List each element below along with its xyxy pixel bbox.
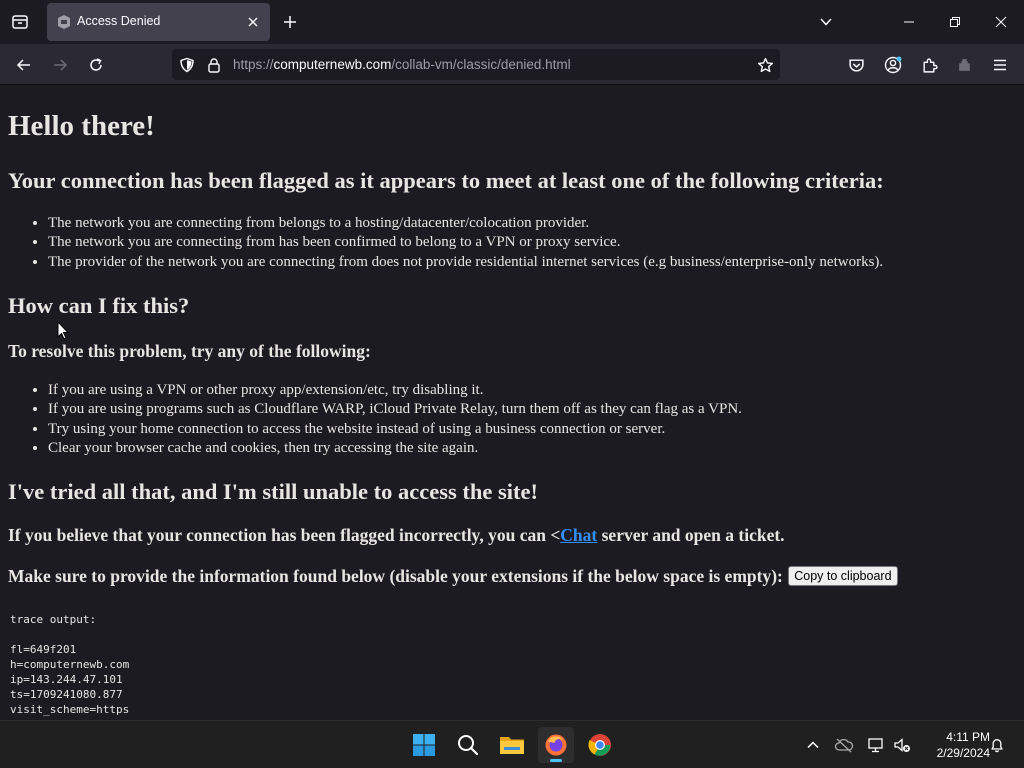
arrow-left-icon [16, 59, 30, 71]
resolve-heading: To resolve this problem, try any of the … [8, 341, 371, 361]
firefox-view-icon [12, 15, 28, 29]
star-icon [757, 57, 773, 72]
extensions-button[interactable] [917, 53, 941, 77]
tab-close-button[interactable] [245, 14, 261, 30]
system-clock[interactable]: 4:11 PM 2/29/2024 [916, 729, 990, 761]
speaker-muted-icon [894, 738, 910, 752]
firefox-taskbar-button[interactable] [538, 727, 574, 763]
extension-toolbar-button[interactable] [952, 53, 976, 77]
taskbar: 4:11 PM 2/29/2024 [0, 720, 1024, 768]
incorrect-suffix: server and open a ticket. [597, 525, 785, 545]
clock-time: 4:11 PM [946, 730, 990, 744]
clock-date: 2/29/2024 [936, 746, 990, 760]
chrome-taskbar-button[interactable] [582, 727, 618, 763]
folder-icon [500, 737, 524, 754]
tab-title: Access Denied [77, 14, 161, 28]
tab-bar: Access Denied [0, 0, 1024, 44]
account-icon [884, 56, 902, 74]
onedrive-button[interactable] [834, 735, 854, 755]
site-favicon-icon [58, 15, 70, 29]
app-menu-button[interactable] [988, 53, 1012, 77]
file-explorer-button[interactable] [494, 727, 530, 763]
list-item: If you are using programs such as Cloudf… [48, 400, 742, 419]
page-content: Hello there! Your connection has been fl… [0, 86, 1024, 719]
trace-output: trace output: fl=649f201 h=computernewb.… [10, 613, 130, 716]
close-icon [995, 16, 1007, 28]
search-icon [458, 735, 479, 756]
list-item: The provider of the network you are conn… [48, 253, 883, 272]
incorrect-prefix: If you believe that your connection has … [8, 525, 561, 545]
list-all-tabs-button[interactable] [816, 12, 836, 32]
pocket-button[interactable] [844, 53, 868, 77]
plus-icon [284, 16, 296, 28]
list-item: If you are using a VPN or other proxy ap… [48, 381, 742, 400]
volume-button[interactable] [892, 735, 912, 755]
lock-icon [208, 58, 220, 73]
firefox-icon [545, 734, 567, 756]
network-icon [868, 738, 883, 753]
windows-logo-icon [413, 734, 435, 756]
cloud-offline-icon [834, 738, 854, 753]
forward-button[interactable] [47, 52, 73, 78]
provide-info-label: Make sure to provide the information fou… [8, 566, 783, 586]
fixes-list: If you are using a VPN or other proxy ap… [48, 381, 742, 458]
page-title: Hello there! [8, 110, 155, 142]
list-item: Try using your home connection to access… [48, 420, 742, 439]
minimize-icon [904, 21, 914, 23]
extension-icon [958, 58, 970, 71]
new-tab-button[interactable] [280, 12, 300, 32]
tracking-protection-button[interactable] [178, 56, 196, 74]
arrow-right-icon [54, 59, 68, 71]
restore-icon [950, 17, 960, 27]
list-item: The network you are connecting from has … [48, 233, 883, 252]
restore-button[interactable] [932, 0, 978, 44]
start-button[interactable] [406, 727, 442, 763]
pocket-icon [848, 58, 864, 72]
notifications-button[interactable] [987, 735, 1007, 755]
list-item: Clear your browser cache and cookies, th… [48, 439, 742, 458]
site-info-button[interactable] [205, 56, 223, 74]
fix-heading: How can I fix this? [8, 293, 190, 318]
url-bar[interactable]: https://computernewb.com/collab-vm/class… [172, 49, 780, 80]
minimize-button[interactable] [886, 0, 932, 44]
chat-link[interactable]: Chat [560, 525, 597, 545]
navigation-toolbar: https://computernewb.com/collab-vm/class… [0, 44, 1024, 85]
hamburger-menu-icon [994, 59, 1006, 71]
incorrect-flag-text: If you believe that your connection has … [8, 525, 785, 546]
puzzle-icon [922, 58, 938, 73]
url-text[interactable]: https://computernewb.com/collab-vm/class… [233, 57, 571, 72]
bell-icon [991, 739, 1003, 753]
url-path: /collab-vm/classic/denied.html [391, 57, 571, 72]
firefox-view-button[interactable] [6, 8, 34, 36]
window-close-button[interactable] [978, 0, 1024, 44]
show-hidden-icons-button[interactable] [803, 735, 823, 755]
chevron-up-icon [807, 741, 819, 749]
url-scheme: https:// [233, 57, 274, 72]
active-indicator [550, 759, 562, 762]
tried-heading: I've tried all that, and I'm still unabl… [8, 479, 538, 504]
reload-button[interactable] [83, 52, 109, 78]
provide-info-text: Make sure to provide the information fou… [8, 566, 898, 587]
flagged-heading: Your connection has been flagged as it a… [8, 168, 884, 193]
bookmark-button[interactable] [756, 56, 774, 74]
account-button[interactable] [881, 53, 905, 77]
back-button[interactable] [11, 52, 37, 78]
mouse-cursor-icon [57, 321, 69, 340]
search-button[interactable] [450, 727, 486, 763]
criteria-list: The network you are connecting from belo… [48, 214, 883, 272]
network-button[interactable] [866, 735, 886, 755]
url-host: computernewb.com [273, 57, 392, 72]
copy-to-clipboard-button[interactable]: Copy to clipboard [788, 566, 898, 586]
close-icon [248, 17, 258, 27]
chevron-down-icon [820, 18, 832, 26]
tab-access-denied[interactable]: Access Denied [47, 3, 270, 41]
list-item: The network you are connecting from belo… [48, 214, 883, 233]
reload-icon [90, 58, 102, 71]
shield-icon [180, 57, 194, 73]
chrome-icon [588, 734, 611, 756]
